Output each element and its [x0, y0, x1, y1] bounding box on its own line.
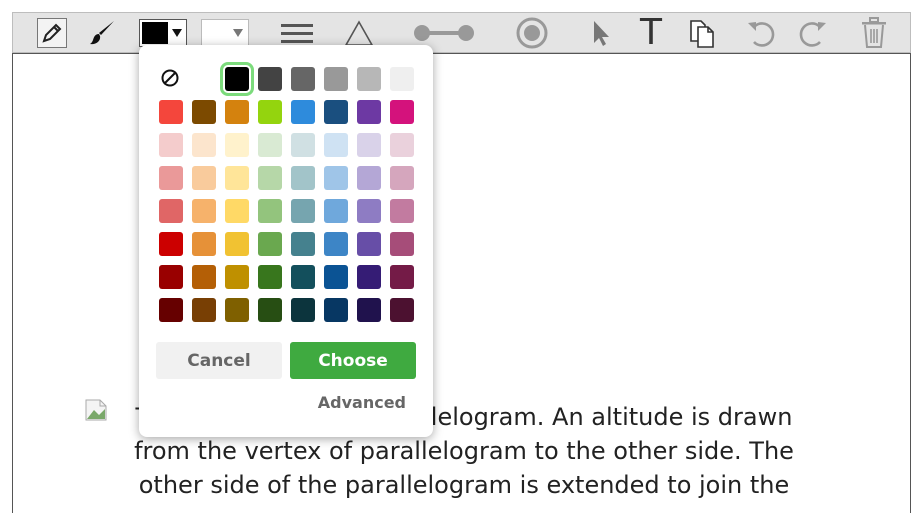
color-swatch[interactable] [225, 298, 249, 322]
color-swatch[interactable] [159, 166, 183, 190]
color-swatch[interactable] [258, 133, 282, 157]
color-swatch[interactable] [357, 100, 381, 124]
color-swatch[interactable] [159, 199, 183, 223]
color-swatch[interactable] [390, 199, 414, 223]
color-swatch[interactable] [324, 166, 348, 190]
color-swatch[interactable] [225, 100, 249, 124]
color-swatch[interactable] [258, 232, 282, 256]
brush-icon [90, 21, 114, 45]
color-swatch[interactable] [225, 166, 249, 190]
color-swatch[interactable] [291, 166, 315, 190]
brush-tool[interactable] [85, 16, 119, 50]
color-swatch[interactable] [291, 67, 315, 91]
pencil-icon [42, 23, 62, 43]
color-swatch[interactable] [258, 199, 282, 223]
color-swatch[interactable] [390, 100, 414, 124]
choose-button[interactable]: Choose [290, 342, 416, 379]
advanced-link[interactable]: Advanced [289, 393, 406, 412]
pencil-tool[interactable] [36, 16, 68, 50]
point-tool[interactable] [513, 16, 551, 50]
cancel-button[interactable]: Cancel [156, 342, 282, 379]
line-segment-icon [414, 25, 474, 41]
color-swatch[interactable] [324, 265, 348, 289]
color-swatch[interactable] [390, 232, 414, 256]
delete-tool[interactable] [857, 16, 891, 50]
redo-icon [799, 22, 826, 47]
color-swatch[interactable] [291, 133, 315, 157]
color-swatch[interactable] [192, 265, 216, 289]
color-swatch[interactable] [258, 265, 282, 289]
color-swatch[interactable] [220, 62, 254, 96]
color-swatch[interactable] [390, 133, 414, 157]
color-swatch[interactable] [390, 166, 414, 190]
stroke-color-swatch [142, 22, 168, 44]
color-swatch[interactable] [159, 232, 183, 256]
text-icon: T [640, 12, 662, 53]
triangle-icon [344, 20, 374, 46]
color-swatch[interactable] [258, 298, 282, 322]
color-swatch[interactable] [357, 232, 381, 256]
color-swatch[interactable] [291, 199, 315, 223]
undo-icon [748, 22, 775, 47]
color-swatch[interactable] [357, 265, 381, 289]
color-swatch[interactable] [225, 232, 249, 256]
color-swatch[interactable] [357, 166, 381, 190]
color-swatch[interactable] [159, 100, 183, 124]
color-swatch[interactable] [324, 298, 348, 322]
cursor-arrow-icon [594, 21, 609, 46]
color-swatch[interactable] [390, 265, 414, 289]
color-swatch[interactable] [291, 298, 315, 322]
trash-icon [862, 17, 886, 48]
color-swatch[interactable] [159, 265, 183, 289]
color-swatch[interactable] [192, 232, 216, 256]
color-swatch[interactable] [258, 166, 282, 190]
color-swatch[interactable] [357, 298, 381, 322]
color-swatch[interactable] [159, 298, 183, 322]
undo-tool[interactable] [743, 16, 781, 50]
color-swatch[interactable] [192, 100, 216, 124]
select-tool[interactable] [587, 16, 615, 50]
color-swatch[interactable] [390, 298, 414, 322]
color-swatch[interactable] [291, 232, 315, 256]
color-swatch[interactable] [324, 232, 348, 256]
no-color-icon[interactable] [159, 67, 181, 89]
point-icon [516, 17, 548, 49]
color-swatch[interactable] [324, 133, 348, 157]
color-swatch[interactable] [159, 133, 183, 157]
color-swatch[interactable] [258, 67, 282, 91]
color-swatch[interactable] [225, 199, 249, 223]
color-swatch[interactable] [192, 166, 216, 190]
color-swatch[interactable] [225, 265, 249, 289]
color-swatch[interactable] [225, 133, 249, 157]
color-swatch[interactable] [192, 133, 216, 157]
color-swatch[interactable] [390, 67, 414, 91]
color-swatch[interactable] [324, 100, 348, 124]
color-swatch[interactable] [192, 298, 216, 322]
color-swatch[interactable] [192, 199, 216, 223]
lines-icon [281, 24, 313, 43]
color-swatch[interactable] [357, 199, 381, 223]
chevron-down-icon [233, 29, 243, 37]
color-swatch[interactable] [291, 265, 315, 289]
copy-tool[interactable] [685, 16, 719, 50]
chevron-down-icon [172, 29, 182, 37]
color-swatch[interactable] [357, 133, 381, 157]
redo-tool[interactable] [793, 16, 831, 50]
color-swatch[interactable] [258, 100, 282, 124]
copy-icon [690, 20, 714, 48]
color-swatch[interactable] [291, 100, 315, 124]
color-swatch[interactable] [324, 199, 348, 223]
color-swatch[interactable] [357, 67, 381, 91]
color-picker-popup: Cancel Choose Advanced [139, 45, 433, 437]
broken-image-icon [85, 399, 107, 421]
text-tool[interactable]: T [635, 12, 667, 53]
color-swatch[interactable] [324, 67, 348, 91]
